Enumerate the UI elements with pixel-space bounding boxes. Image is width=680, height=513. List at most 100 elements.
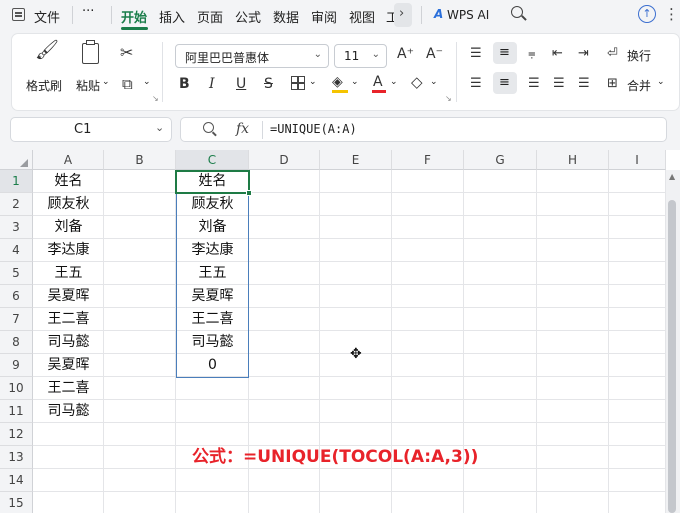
tab-home[interactable]: 开始 (121, 7, 147, 26)
cell-a10[interactable]: 王二喜 (33, 377, 104, 400)
row-header-15[interactable]: 15 (0, 492, 33, 513)
borders-dropdown-icon[interactable]: ⌄ (309, 77, 317, 87)
align-left-icon[interactable]: ☰ (470, 76, 482, 92)
font-color-dropdown-icon[interactable]: ⌄ (390, 77, 398, 87)
clear-format-dropdown-icon[interactable]: ⌄ (430, 77, 438, 87)
cell-a4[interactable]: 李达康 (33, 239, 104, 262)
increase-font-size-icon[interactable]: A⁺ (397, 46, 414, 62)
cell-a11[interactable]: 司马懿 (33, 400, 104, 423)
row-header-6[interactable]: 6 (0, 285, 33, 308)
copy-icon[interactable]: ⧉ (122, 76, 133, 92)
tab-truncated[interactable]: 工 (386, 7, 394, 26)
wrap-text-icon[interactable]: ⏎ (607, 46, 618, 62)
fill-color-icon[interactable]: ◈ (332, 74, 343, 90)
row-header-8[interactable]: 8 (0, 331, 33, 354)
paste-dropdown-icon[interactable]: ⌄ (102, 77, 110, 87)
tab-review[interactable]: 审阅 (311, 7, 337, 26)
tab-formula[interactable]: 公式 (235, 7, 261, 26)
column-header-f[interactable]: F (392, 150, 464, 170)
column-header-c[interactable]: C (176, 150, 249, 170)
font-size-dropdown[interactable]: 11 ⌄ (334, 44, 387, 68)
decrease-font-size-icon[interactable]: A⁻ (426, 46, 443, 62)
formula-bar[interactable]: fx =UNIQUE(A:A) (180, 117, 667, 142)
menu-more-vertical-icon[interactable]: ⋮ (664, 5, 679, 23)
menu-file[interactable]: 文件 (34, 7, 60, 26)
cloud-upload-icon[interactable]: ↑ (638, 5, 656, 23)
clipboard-expand-icon[interactable]: ↘ (152, 94, 159, 103)
align-right-icon[interactable]: ☰ (528, 76, 540, 92)
tabs-scroll-right-button[interactable]: › (394, 3, 412, 27)
column-header-h[interactable]: H (537, 150, 609, 170)
row-header-9[interactable]: 9 (0, 354, 33, 377)
cell-a8[interactable]: 司马懿 (33, 331, 104, 354)
tab-page[interactable]: 页面 (197, 7, 223, 26)
select-all-corner[interactable] (0, 150, 33, 170)
align-bottom-icon[interactable]: ⩦ (528, 46, 536, 62)
row-header-1[interactable]: 1 (0, 170, 33, 193)
menu-more[interactable]: ··· (82, 4, 94, 19)
name-box[interactable]: C1 ⌄ (10, 117, 172, 142)
fill-color-dropdown-icon[interactable]: ⌄ (351, 77, 359, 87)
align-center-button[interactable]: ≡ (493, 72, 517, 94)
fill-handle[interactable] (246, 190, 252, 196)
row-header-7[interactable]: 7 (0, 308, 33, 331)
row-header-12[interactable]: 12 (0, 423, 33, 446)
align-middle-button[interactable]: ≡ (493, 42, 517, 64)
row-header-4[interactable]: 4 (0, 239, 33, 262)
vertical-scrollbar-thumb[interactable] (668, 200, 676, 513)
row-header-2[interactable]: 2 (0, 193, 33, 216)
align-top-icon[interactable]: ☰ (470, 46, 482, 62)
cut-icon[interactable]: ✂ (120, 45, 133, 61)
tab-insert[interactable]: 插入 (159, 7, 185, 26)
justify-icon[interactable]: ☰ (553, 76, 565, 92)
paste-icon[interactable] (82, 43, 99, 64)
copy-dropdown-icon[interactable]: ⌄ (143, 77, 151, 87)
merge-dropdown-icon[interactable]: ⌄ (657, 77, 665, 87)
cell-a7[interactable]: 王二喜 (33, 308, 104, 331)
row-header-3[interactable]: 3 (0, 216, 33, 239)
merge-cells-icon[interactable]: ⊞ (607, 76, 618, 92)
cell-a5[interactable]: 王五 (33, 262, 104, 285)
cell-a9[interactable]: 吴夏晖 (33, 354, 104, 377)
merge-label[interactable]: 合并 (627, 77, 651, 94)
tab-view[interactable]: 视图 (349, 7, 375, 26)
strikethrough-icon[interactable]: S (264, 76, 273, 92)
format-painter-label[interactable]: 格式刷 (26, 77, 62, 94)
row-header-13[interactable]: 13 (0, 446, 33, 469)
increase-indent-icon[interactable]: ⇥ (578, 46, 589, 62)
formula-input[interactable]: =UNIQUE(A:A) (270, 122, 357, 136)
italic-button[interactable]: I (209, 76, 215, 92)
cell-a2[interactable]: 顾友秋 (33, 193, 104, 216)
column-header-a[interactable]: A (33, 150, 104, 170)
distributed-align-icon[interactable]: ☰ (578, 76, 590, 92)
row-header-14[interactable]: 14 (0, 469, 33, 492)
fx-icon[interactable]: fx (236, 121, 249, 137)
row-header-5[interactable]: 5 (0, 262, 33, 285)
bold-button[interactable]: B (179, 76, 190, 92)
row-header-10[interactable]: 10 (0, 377, 33, 400)
wrap-text-label[interactable]: 换行 (627, 47, 651, 64)
font-name-dropdown[interactable]: 阿里巴巴普惠体 ⌄ (175, 44, 329, 68)
font-expand-icon[interactable]: ↘ (445, 94, 452, 103)
wps-ai-button[interactable]: WPS AI (447, 8, 489, 22)
tab-data[interactable]: 数据 (273, 7, 299, 26)
cell-a6[interactable]: 吴夏晖 (33, 285, 104, 308)
column-header-g[interactable]: G (464, 150, 537, 170)
format-painter-icon[interactable]: 🖌 (35, 41, 59, 60)
cell-a3[interactable]: 刘备 (33, 216, 104, 239)
paste-label[interactable]: 粘贴 (76, 77, 100, 94)
font-color-icon[interactable]: A (373, 74, 383, 90)
clear-format-icon[interactable]: ◇ (411, 74, 423, 90)
row-header-11[interactable]: 11 (0, 400, 33, 423)
scroll-up-icon[interactable]: ▲ (669, 172, 675, 181)
active-cell-c1[interactable] (175, 170, 250, 194)
chevron-down-icon[interactable]: ⌄ (155, 121, 164, 134)
cell-a1[interactable]: 姓名 (33, 170, 104, 193)
underline-button[interactable]: U (236, 76, 246, 92)
name-box-value: C1 (74, 122, 92, 137)
column-header-e[interactable]: E (320, 150, 392, 170)
column-header-i[interactable]: I (609, 150, 666, 170)
decrease-indent-icon[interactable]: ⇤ (552, 46, 563, 62)
column-header-d[interactable]: D (249, 150, 320, 170)
column-header-b[interactable]: B (104, 150, 176, 170)
